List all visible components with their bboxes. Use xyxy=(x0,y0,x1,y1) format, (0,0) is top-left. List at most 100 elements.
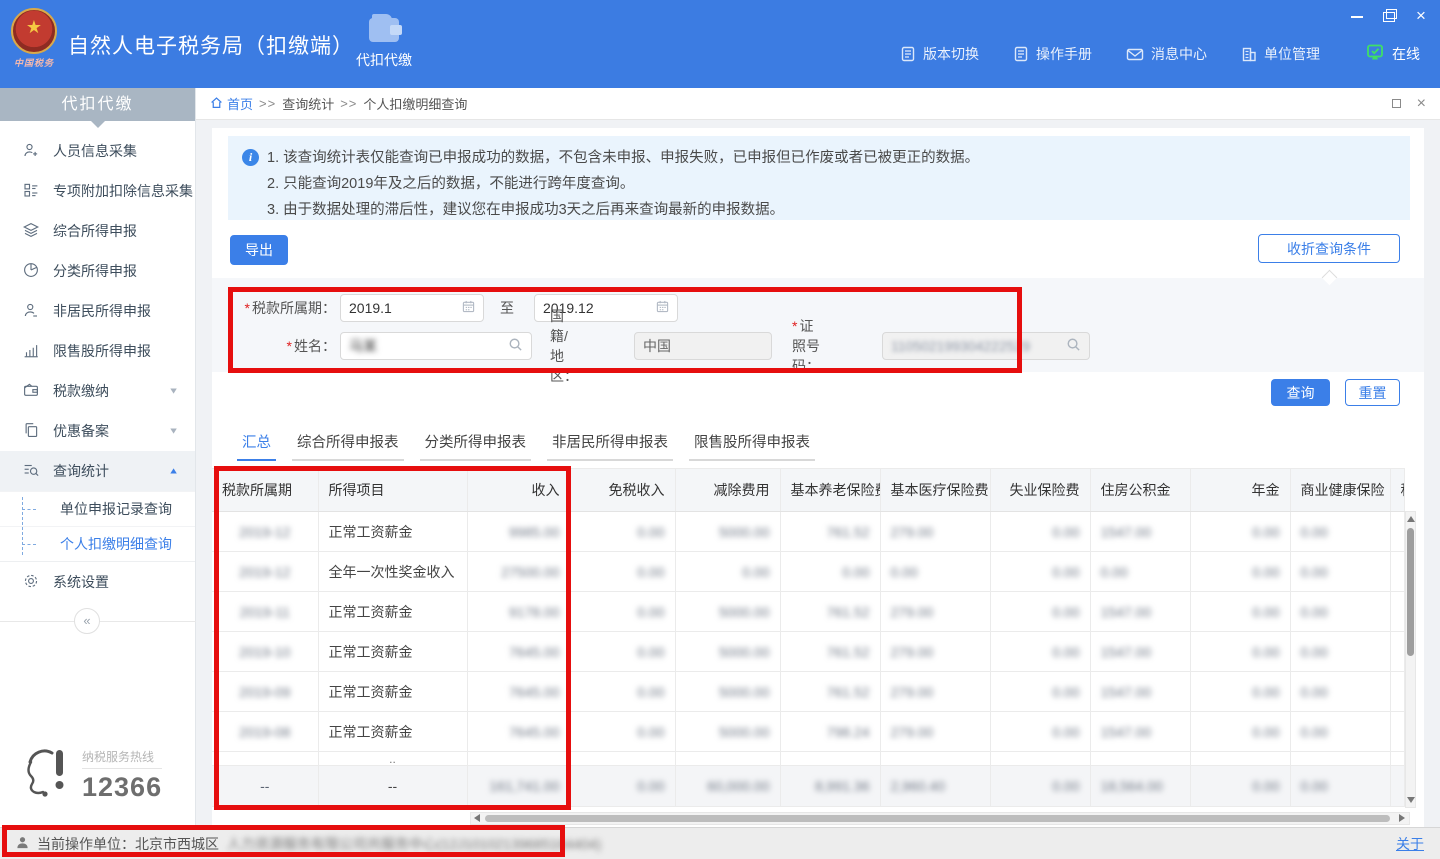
tab-classified-income[interactable]: 分类所得申报表 xyxy=(420,425,532,461)
scroll-down-icon[interactable] xyxy=(1406,794,1415,806)
tab-withholding[interactable]: 代扣代缴 xyxy=(348,14,420,88)
search-icon[interactable] xyxy=(508,337,523,355)
sidebar-item-query-statistics[interactable]: 查询统计 ▲ xyxy=(0,451,195,491)
main-area: 首页 >> 查询统计 >> 个人扣缴明细查询 × i 1. 该查询统计表仅能查询… xyxy=(196,88,1440,827)
required-star: * xyxy=(792,318,797,334)
pane-maximize-icon[interactable] xyxy=(1392,99,1401,108)
table-cell: 正常工资薪金 xyxy=(318,712,467,752)
table-cell: 7645.00 xyxy=(467,632,570,672)
chevron-down-icon: ▼ xyxy=(168,386,179,396)
sidebar-item-special-deduction[interactable]: 专项附加扣除信息采集 xyxy=(0,171,195,211)
info-icon: i xyxy=(242,149,259,166)
wallet-icon xyxy=(369,18,399,42)
star-icon: ★ xyxy=(13,18,55,36)
table-total-row[interactable]: ----161,741.000.0060,000.008,991.362,960… xyxy=(212,766,1404,807)
scroll-up-icon[interactable] xyxy=(1406,513,1415,525)
tab-nonresident-income[interactable]: 非居民所得申报表 xyxy=(547,425,673,461)
table-cell: 5000.00 xyxy=(675,512,780,552)
table-cell xyxy=(1390,552,1404,592)
table-cell xyxy=(570,752,675,766)
id-number-value-redacted: 110502199304222529 xyxy=(891,338,1066,354)
column-header: 免税收入 xyxy=(570,469,675,512)
horizontal-scroll-thumb[interactable] xyxy=(485,815,1390,822)
table-cell: 761.52 xyxy=(780,672,880,712)
table-cell: 7645.00 xyxy=(467,672,570,712)
column-header: 税延养老保险 xyxy=(1390,469,1404,512)
id-number-input[interactable]: 110502199304222529 xyxy=(882,332,1090,360)
table-cell: 0.00 xyxy=(570,766,675,807)
tax-bureau-emblem: ★ 中国税务 xyxy=(8,8,60,78)
person-icon xyxy=(22,301,40,322)
collapse-query-button[interactable]: 收折查询条件 xyxy=(1258,234,1400,263)
tab-restricted-stock[interactable]: 限售股所得申报表 xyxy=(689,425,815,461)
nationality-input[interactable]: 中国 xyxy=(634,332,772,360)
scroll-left-icon[interactable] xyxy=(472,813,484,824)
menu-organization[interactable]: 单位管理 xyxy=(1241,44,1320,64)
table-cell: 0.00 xyxy=(880,552,990,592)
result-tabs: 汇总 综合所得申报表 分类所得申报表 非居民所得申报表 限售股所得申报表 xyxy=(237,425,815,461)
calendar-icon[interactable] xyxy=(656,300,669,316)
status-bar: 当前操作单位：北京市西城区 人力资源服务有限公司共服务中心(12J1010213… xyxy=(0,827,1440,859)
sidebar-item-nonresident-income[interactable]: 非居民所得申报 xyxy=(0,291,195,331)
menu-message-center[interactable]: 消息中心 xyxy=(1126,44,1207,64)
table-row[interactable]: 2019-09正常工资薪金7645.000.005000.00761.52279… xyxy=(212,672,1404,712)
table-row[interactable]: 2019-10正常工资薪金7645.000.005000.00761.52279… xyxy=(212,632,1404,672)
breadcrumb-level1[interactable]: 查询统计 xyxy=(282,94,334,113)
calendar-icon[interactable] xyxy=(462,300,475,316)
period-from-input[interactable]: 2019.1 xyxy=(340,294,484,322)
table-row[interactable]: 2019-12正常工资薪金9985.000.005000.00761.52279… xyxy=(212,512,1404,552)
search-icon[interactable] xyxy=(1066,337,1081,355)
table-cell: 0.00 xyxy=(1190,592,1290,632)
sidebar-item-classified-income[interactable]: 分类所得申报 xyxy=(0,251,195,291)
sidebar-item-personnel-info[interactable]: 人员信息采集 xyxy=(0,131,195,171)
column-header: 商业健康保险 xyxy=(1290,469,1390,512)
sidebar-item-preferential-record[interactable]: 优惠备案 ▼ xyxy=(0,411,195,451)
gear-icon xyxy=(22,572,40,593)
breadcrumb-home[interactable]: 首页 xyxy=(210,94,253,113)
sidebar-item-comprehensive-income[interactable]: 综合所得申报 xyxy=(0,211,195,251)
online-status[interactable]: 在线 xyxy=(1366,44,1420,64)
horizontal-scrollbar[interactable] xyxy=(470,812,1410,825)
table-cell: 0.00 xyxy=(570,712,675,752)
export-button[interactable]: 导出 xyxy=(230,235,288,265)
menu-version-switch[interactable]: 版本切换 xyxy=(900,44,979,64)
vertical-scroll-thumb[interactable] xyxy=(1407,528,1414,656)
table-cell: 0.00 xyxy=(1290,766,1390,807)
table-cell: 0.00 xyxy=(570,672,675,712)
table-cell: 0.00 xyxy=(1290,592,1390,632)
table-cell: 2019-08 xyxy=(212,712,318,752)
window-close-icon[interactable]: × xyxy=(1414,9,1428,23)
sidebar-subitem-unit-declaration-query[interactable]: 单位申报记录查询 xyxy=(0,491,195,526)
table-cell: 1547.00 xyxy=(1090,712,1190,752)
window-minimize-icon[interactable] xyxy=(1350,9,1364,23)
reset-button[interactable]: 重置 xyxy=(1345,379,1400,406)
table-cell: 0.00 xyxy=(1290,712,1390,752)
tab-summary[interactable]: 汇总 xyxy=(237,425,276,461)
menu-manual[interactable]: 操作手册 xyxy=(1013,44,1092,64)
table-row[interactable]: 2019-08正常工资薪金7645.000.005000.00798.24279… xyxy=(212,712,1404,752)
about-link[interactable]: 关于 xyxy=(1396,834,1424,854)
sidebar-subitem-personal-withholding-query[interactable]: 个人扣缴明细查询 xyxy=(0,526,195,561)
table-row[interactable]: 2019-12全年一次性奖金收入27500.000.000.000.000.00… xyxy=(212,552,1404,592)
column-header: 住房公积金 xyxy=(1090,469,1190,512)
table-cell: 9985.00 xyxy=(467,512,570,552)
sidebar-item-system-settings[interactable]: 系统设置 xyxy=(0,562,195,602)
table-row[interactable]: 2019-11正常工资薪金9178.000.005000.00761.52279… xyxy=(212,592,1404,632)
filter-area: *税款所属期： 2019.1 至 2019.12 *姓名： 马某 国籍/地区： xyxy=(212,278,1424,372)
table-cell: 279.00 xyxy=(880,672,990,712)
query-statistics-submenu: 单位申报记录查询 个人扣缴明细查询 xyxy=(0,491,195,562)
tab-comprehensive-income[interactable]: 综合所得申报表 xyxy=(292,425,404,461)
window-restore-icon[interactable] xyxy=(1382,9,1396,23)
vertical-scrollbar[interactable] xyxy=(1405,511,1416,808)
scroll-right-icon[interactable] xyxy=(1396,813,1408,824)
sidebar-item-restricted-stock[interactable]: 限售股所得申报 xyxy=(0,331,195,371)
sidebar-collapse-button[interactable]: « xyxy=(74,608,100,634)
period-label: *税款所属期： xyxy=(232,298,336,318)
name-input[interactable]: 马某 xyxy=(340,332,532,360)
emblem-caption: 中国税务 xyxy=(8,56,60,69)
sidebar-item-tax-payment[interactable]: 税款缴纳 ▼ xyxy=(0,371,195,411)
pane-close-icon[interactable]: × xyxy=(1417,99,1426,109)
column-header: 收入 xyxy=(467,469,570,512)
breadcrumb-separator: >> xyxy=(340,96,357,111)
query-button[interactable]: 查询 xyxy=(1271,379,1330,406)
